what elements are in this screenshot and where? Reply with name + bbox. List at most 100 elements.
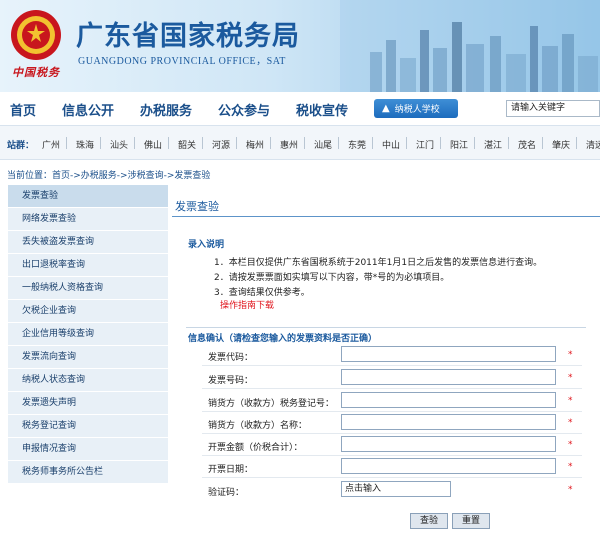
- graduation-cap-icon: ▲: [382, 103, 390, 114]
- taxpayer-school-button[interactable]: ▲ 纳税人学校: [374, 99, 458, 118]
- required-mark: *: [568, 373, 573, 383]
- row-divider: [202, 411, 582, 412]
- site-separator: [134, 137, 135, 149]
- row-divider: [202, 455, 582, 456]
- invoice-number-input[interactable]: [341, 369, 556, 385]
- menu-item-invoice-flow-query[interactable]: 发票流向查询: [8, 346, 168, 369]
- menu-item-tax-registration-query[interactable]: 税务登记查询: [8, 415, 168, 438]
- invoice-amount-input[interactable]: [341, 436, 556, 452]
- captcha-label: 验证码：: [208, 488, 245, 498]
- taxpayer-school-label: 纳税人学校: [394, 105, 440, 115]
- menu-item-tax-agent-bulletin[interactable]: 税务师事务所公告栏: [8, 461, 168, 484]
- note-1: 1．本栏目仅提供广东省国税系统于2011年1月1日之后发售的发票信息进行查询。: [214, 258, 543, 268]
- site-separator: [202, 137, 203, 149]
- menu-item-invoice-loss-notice[interactable]: 发票遗失声明: [8, 392, 168, 415]
- seller-tax-id-input[interactable]: [341, 392, 556, 408]
- row-divider: [202, 388, 582, 389]
- captcha-input[interactable]: 点击输入: [341, 481, 451, 497]
- site-separator: [372, 137, 373, 149]
- site-separator: [236, 137, 237, 149]
- nav-public-participation[interactable]: 公众参与: [218, 100, 270, 119]
- required-mark: *: [568, 350, 573, 360]
- national-emblem-icon: [11, 10, 61, 60]
- nav-tax-service[interactable]: 办税服务: [140, 100, 192, 119]
- site-title: 广东省国家税务局: [76, 21, 300, 52]
- site-link-huizhou[interactable]: 惠州: [280, 138, 298, 151]
- nav-tax-promotion[interactable]: 税收宣传: [296, 100, 348, 119]
- site-link-shanwei[interactable]: 汕尾: [314, 138, 332, 151]
- site-link-shaoguan[interactable]: 韶关: [178, 138, 196, 151]
- site-link-maoming[interactable]: 茂名: [518, 138, 536, 151]
- seller-name-input[interactable]: [341, 414, 556, 430]
- main-nav: 首页 信息公开 办税服务 公众参与 税收宣传 ▲ 纳税人学校 请输入关键字: [0, 92, 600, 126]
- site-subtitle: GUANGDONG PROVINCIAL OFFICE，SAT: [78, 56, 286, 67]
- row-divider: [202, 477, 582, 478]
- required-mark: *: [568, 462, 573, 472]
- site-separator: [66, 137, 67, 149]
- site-link-yangjiang[interactable]: 阳江: [450, 138, 468, 151]
- page-title: 发票查验: [172, 197, 600, 217]
- invoice-number-label: 发票号码：: [208, 376, 254, 386]
- site-separator: [508, 137, 509, 149]
- menu-item-taxpayer-status-query[interactable]: 纳税人状态查询: [8, 369, 168, 392]
- note-3: 3．查询结果仅供参考。: [214, 288, 310, 298]
- site-link-qingyuan[interactable]: 清远: [586, 138, 600, 151]
- invoice-date-label: 开票日期：: [208, 465, 254, 475]
- section-divider: [186, 327, 586, 328]
- site-link-shantou[interactable]: 汕头: [110, 138, 128, 151]
- menu-item-lost-invoice-query[interactable]: 丢失被盗发票查询: [8, 231, 168, 254]
- site-separator: [542, 137, 543, 149]
- seller-tax-id-label: 销货方（收款方）税务登记号：: [208, 399, 335, 409]
- site-separator: [168, 137, 169, 149]
- required-mark: *: [568, 396, 573, 406]
- menu-item-invoice-check[interactable]: 发票查验: [8, 185, 168, 208]
- required-mark: *: [568, 418, 573, 428]
- menu-item-tax-arrears-query[interactable]: 欠税企业查询: [8, 300, 168, 323]
- menu-item-credit-rating-query[interactable]: 企业信用等级查询: [8, 323, 168, 346]
- sub-sites-label: 站群：: [7, 141, 35, 151]
- site-header: 中国税务 广东省国家税务局 GUANGDONG PROVINCIAL OFFIC…: [0, 0, 600, 92]
- site-link-zhuhai[interactable]: 珠海: [76, 138, 94, 151]
- site-link-guangzhou[interactable]: 广州: [42, 138, 60, 151]
- site-link-zhongshan[interactable]: 中山: [382, 138, 400, 151]
- site-link-zhanjiang[interactable]: 湛江: [484, 138, 502, 151]
- left-menu: 发票查验 网络发票查验 丢失被盗发票查询 出口退税率查询 一般纳税人资格查询 欠…: [8, 185, 168, 484]
- required-mark: *: [568, 485, 573, 495]
- menu-item-general-taxpayer-query[interactable]: 一般纳税人资格查询: [8, 277, 168, 300]
- site-link-dongguan[interactable]: 东莞: [348, 138, 366, 151]
- invoice-amount-label: 开票金额（价税合计）：: [208, 443, 303, 453]
- menu-item-filing-status-query[interactable]: 申报情况查询: [8, 438, 168, 461]
- site-separator: [406, 137, 407, 149]
- site-separator: [270, 137, 271, 149]
- seller-name-label: 销货方（收款方）名称：: [208, 421, 308, 431]
- city-skyline-image: [340, 0, 600, 92]
- submit-button[interactable]: 查验: [410, 513, 448, 529]
- emblem-caption: 中国税务: [12, 66, 60, 79]
- guide-download-link[interactable]: 操作指南下载: [220, 298, 274, 311]
- invoice-code-input[interactable]: [341, 346, 556, 362]
- site-separator: [338, 137, 339, 149]
- confirm-title: 信息确认（请检查您输入的发票资料是否正确）: [188, 334, 378, 344]
- site-separator: [474, 137, 475, 149]
- site-link-jiangmen[interactable]: 江门: [416, 138, 434, 151]
- breadcrumb: 当前位置：首页->办税服务->涉税查询->发票查验: [7, 171, 211, 181]
- site-link-foshan[interactable]: 佛山: [144, 138, 162, 151]
- site-separator: [440, 137, 441, 149]
- search-input[interactable]: 请输入关键字: [506, 100, 600, 117]
- notes-title: 录入说明: [188, 240, 225, 250]
- nav-home[interactable]: 首页: [10, 100, 36, 119]
- reset-button[interactable]: 重置: [452, 513, 490, 529]
- nav-info-disclosure[interactable]: 信息公开: [62, 100, 114, 119]
- menu-item-online-invoice-check[interactable]: 网络发票查验: [8, 208, 168, 231]
- note-2: 2．请按发票票面如实填写以下内容，带*号的为必填项目。: [214, 273, 450, 283]
- row-divider: [202, 365, 582, 366]
- invoice-date-input[interactable]: [341, 458, 556, 474]
- site-link-meizhou[interactable]: 梅州: [246, 138, 264, 151]
- site-link-zhaoqing[interactable]: 肇庆: [552, 138, 570, 151]
- sub-sites-bar: 站群： 广州 珠海 汕头 佛山 韶关 河源 梅州 惠州 汕尾 东莞 中山 江门 …: [0, 126, 600, 160]
- menu-item-export-refund-rate[interactable]: 出口退税率查询: [8, 254, 168, 277]
- site-link-heyuan[interactable]: 河源: [212, 138, 230, 151]
- required-mark: *: [568, 440, 573, 450]
- site-separator: [100, 137, 101, 149]
- site-separator: [304, 137, 305, 149]
